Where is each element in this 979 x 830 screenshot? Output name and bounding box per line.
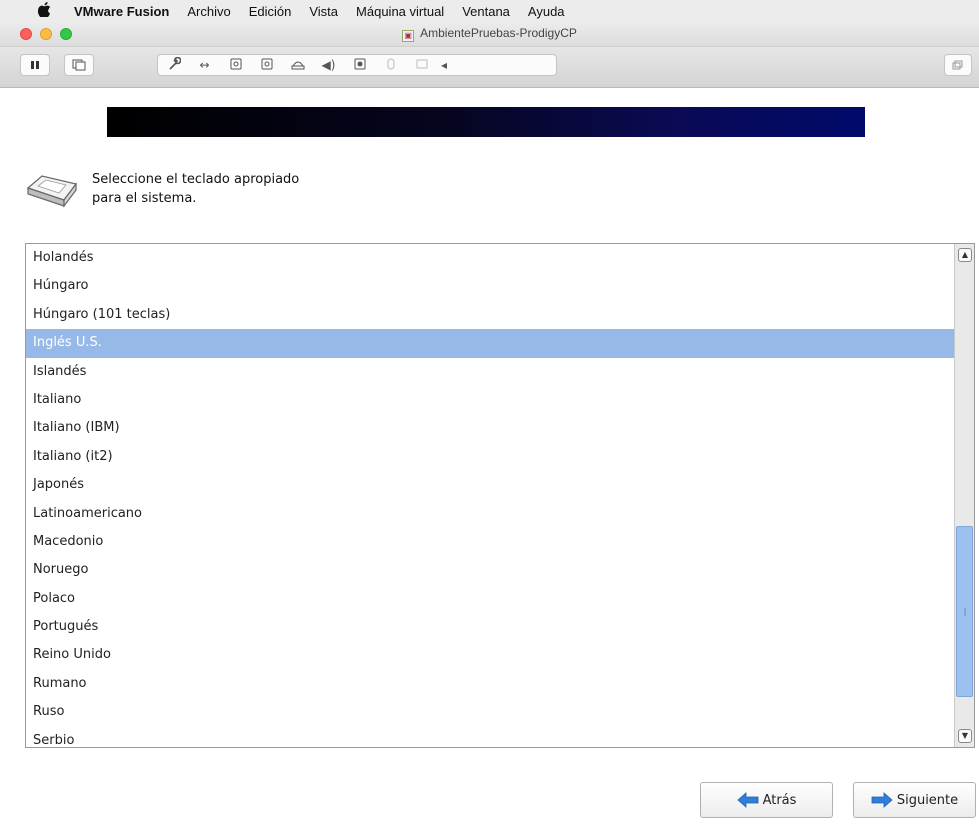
scroll-down-icon[interactable]: ▼ [958, 729, 972, 743]
hard-disk-1-icon[interactable] [220, 58, 251, 73]
keyboard-layout-item[interactable]: Italiano (it2) [26, 443, 954, 471]
keyboard-layout-item[interactable]: Noruego [26, 556, 954, 584]
menu-maquina-virtual[interactable]: Máquina virtual [356, 4, 444, 19]
keyboard-layout-item[interactable]: Húngaro [26, 272, 954, 300]
usb-mouse-icon[interactable] [375, 58, 406, 73]
app-menu[interactable]: VMware Fusion [74, 4, 169, 19]
menu-ayuda[interactable]: Ayuda [528, 4, 565, 19]
keyboard-layout-item[interactable]: Islandés [26, 358, 954, 386]
keyboard-layout-item[interactable]: Serbio [26, 727, 954, 747]
vm-device-toolbar-group: ↔ ◀) ◂ [157, 54, 557, 76]
keyboard-icon [24, 170, 80, 210]
window-title-text: AmbientePruebas-ProdigyCP [420, 26, 577, 40]
keyboard-layout-item[interactable]: Ruso [26, 698, 954, 726]
sound-icon[interactable]: ◀) [313, 58, 344, 72]
keyboard-layout-item[interactable]: Latinoamericano [26, 500, 954, 528]
mac-menu-bar: VMware Fusion Archivo Edición Vista Máqu… [0, 0, 979, 22]
network-arrows-icon[interactable]: ↔ [189, 58, 220, 72]
back-button[interactable]: Atrás [700, 782, 833, 818]
scroll-up-icon[interactable]: ▲ [958, 248, 972, 262]
next-button[interactable]: Siguiente [853, 782, 976, 818]
keyboard-layout-item[interactable]: Polaco [26, 585, 954, 613]
keyboard-layout-item[interactable]: Holandés [26, 244, 954, 272]
keyboard-layout-items: Holandés Húngaro Húngaro (101 teclas) Inglé… [26, 244, 954, 747]
window-title-bar: ▣ AmbientePruebas-ProdigyCP [0, 22, 979, 47]
left-arrow-icon [736, 792, 758, 808]
keyboard-layout-item[interactable]: Portugués [26, 613, 954, 641]
menu-edicion[interactable]: Edición [249, 4, 292, 19]
menu-vista[interactable]: Vista [309, 4, 338, 19]
pause-icon [31, 61, 39, 69]
snapshot-icon [72, 59, 86, 71]
prompt-line-2: para el sistema. [92, 191, 197, 206]
keyboard-layout-item[interactable]: Inglés U.S. [26, 329, 954, 358]
back-button-label: Atrás [762, 792, 797, 808]
menu-ventana[interactable]: Ventana [462, 4, 510, 19]
keyboard-layout-item[interactable]: Reino Unido [26, 641, 954, 669]
list-scrollbar[interactable]: ▲ ▼ [954, 244, 974, 747]
settings-wrench-icon[interactable] [158, 56, 189, 74]
scrollbar-grip [964, 607, 966, 616]
menu-archivo[interactable]: Archivo [187, 4, 230, 19]
right-arrow-icon [871, 792, 893, 808]
toolbar-overflow-icon[interactable]: ◂ [437, 58, 451, 72]
camera-icon[interactable] [344, 58, 375, 73]
vm-toolbar: ↔ ◀) ◂ [0, 47, 979, 88]
apple-menu-icon[interactable] [37, 1, 54, 21]
prompt-line-1: Seleccione el teclado apropiado [92, 172, 300, 187]
installer-banner [107, 107, 865, 137]
cd-drive-icon[interactable] [282, 58, 313, 73]
keyboard-prompt: Seleccione el teclado apropiado para el … [92, 170, 299, 208]
scrollbar-thumb[interactable] [956, 526, 973, 697]
keyboard-layout-item[interactable]: Macedonio [26, 528, 954, 556]
keyboard-layout-item[interactable]: Italiano [26, 386, 954, 414]
pause-button[interactable] [20, 54, 50, 76]
snapshot-button[interactable] [64, 54, 94, 76]
unity-view-button[interactable] [944, 54, 972, 76]
next-button-label: Siguiente [896, 792, 959, 808]
window-title: ▣ AmbientePruebas-ProdigyCP [0, 26, 979, 42]
display-icon[interactable] [406, 58, 437, 72]
hard-disk-2-icon[interactable] [251, 58, 282, 73]
keyboard-layout-list[interactable]: Holandés Húngaro Húngaro (101 teclas) Inglé… [25, 243, 975, 748]
keyboard-layout-item[interactable]: Rumano [26, 670, 954, 698]
keyboard-layout-item[interactable]: Japonés [26, 471, 954, 499]
window-icon [952, 60, 963, 70]
keyboard-layout-item[interactable]: Italiano (IBM) [26, 414, 954, 442]
virtual-machine-icon: ▣ [402, 30, 415, 42]
keyboard-layout-item[interactable]: Húngaro (101 teclas) [26, 301, 954, 329]
